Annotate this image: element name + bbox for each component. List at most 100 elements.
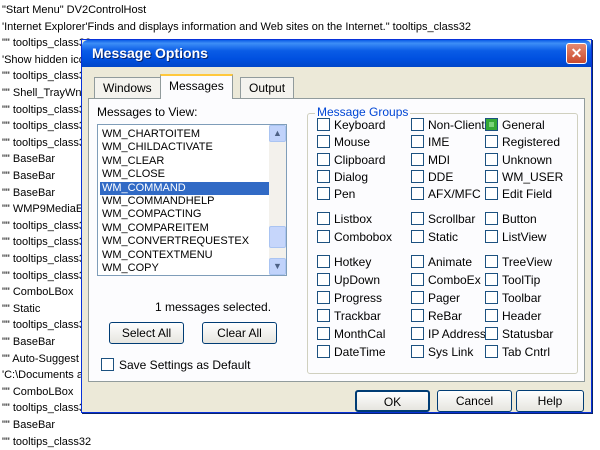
checkbox-box[interactable] [485,135,498,149]
group-checkbox-dde[interactable]: DDE [411,169,453,185]
group-checkbox-dialog[interactable]: Dialog [317,169,368,185]
group-checkbox-mdi[interactable]: MDI [411,152,450,168]
group-checkbox-datetime[interactable]: DateTime [317,344,386,360]
group-checkbox-edit-field[interactable]: Edit Field [485,186,552,202]
group-checkbox-sys-link[interactable]: Sys Link [411,344,473,360]
ok-button[interactable]: OK [355,390,430,412]
group-checkbox-afx-mfc[interactable]: AFX/MFC [411,186,481,202]
checkbox-box[interactable] [411,212,424,226]
checkbox-box[interactable] [101,358,114,372]
checkbox-box[interactable] [485,212,498,226]
checkbox-box[interactable] [485,273,498,287]
scrollbar-thumb[interactable] [269,226,286,248]
checkbox-box[interactable] [485,291,498,305]
cancel-button[interactable]: Cancel [437,390,512,412]
checkbox-box[interactable] [411,153,424,167]
list-item[interactable]: WM_COPY [100,262,271,275]
checkbox-box[interactable] [411,273,424,287]
title-bar[interactable]: Message Options ✕ [82,40,591,67]
scroll-down-icon[interactable]: ▼ [269,258,286,275]
checkbox-box[interactable] [317,212,330,226]
messages-list[interactable]: WM_COPY WM_CONTEXTMENU WM_CONVERTREQUESTEX… [97,124,287,276]
group-checkbox-tab-cntrl[interactable]: Tab Cntrl [485,344,550,360]
checkbox-box[interactable] [411,118,424,132]
tab-output[interactable]: Output [240,77,295,98]
list-item[interactable]: WM_CHILDACTIVATE [100,141,271,154]
checkbox-box[interactable] [485,170,498,184]
group-checkbox-general[interactable]: General [485,117,545,133]
clear-all-button[interactable]: Clear All [202,322,277,344]
checkbox-box[interactable] [317,230,330,244]
group-checkbox-combobox[interactable]: Combobox [317,229,392,245]
group-checkbox-toolbar[interactable]: Toolbar [485,290,541,306]
checkbox-box[interactable] [411,230,424,244]
list-item[interactable]: WM_COMMAND [100,181,271,195]
checkbox-box[interactable] [317,273,330,287]
group-checkbox-statusbar[interactable]: Statusbar [485,326,553,342]
checkbox-box[interactable] [411,255,424,269]
list-item[interactable]: WM_CLOSE [100,168,271,181]
list-item[interactable]: WM_CONTEXTMENU [100,249,271,262]
group-checkbox-hotkey[interactable]: Hotkey [317,254,371,270]
checkbox-box[interactable] [317,255,330,269]
group-checkbox-wm-user[interactable]: WM_USER [485,169,563,185]
group-checkbox-tooltip[interactable]: ToolTip [485,272,540,288]
checkbox-box[interactable] [411,345,424,359]
list-item[interactable]: WM_COMPACTING [100,208,271,221]
checkbox-box[interactable] [317,187,330,201]
group-checkbox-pen[interactable]: Pen [317,186,355,202]
checkbox-box[interactable] [485,230,498,244]
checkbox-box[interactable] [411,135,424,149]
group-checkbox-scrollbar[interactable]: Scrollbar [411,211,475,227]
checkbox-box[interactable] [411,291,424,305]
select-all-button[interactable]: Select All [109,322,184,344]
group-checkbox-trackbar[interactable]: Trackbar [317,308,381,324]
tab-windows[interactable]: Windows [94,77,161,98]
group-checkbox-registered[interactable]: Registered [485,134,560,150]
group-checkbox-ime[interactable]: IME [411,134,449,150]
group-checkbox-monthcal[interactable]: MonthCal [317,326,385,342]
checkbox-box[interactable] [485,345,498,359]
checkbox-box[interactable] [485,187,498,201]
tab-messages[interactable]: Messages [160,74,233,99]
group-checkbox-rebar[interactable]: ReBar [411,308,462,324]
checkbox-box[interactable] [411,309,424,323]
group-checkbox-updown[interactable]: UpDown [317,272,380,288]
list-item[interactable]: WM_CONVERTREQUESTEX [100,235,271,248]
save-default-checkbox[interactable]: Save Settings as Default [101,357,250,372]
checkbox-box[interactable] [317,170,330,184]
group-checkbox-header[interactable]: Header [485,308,541,324]
group-checkbox-treeview[interactable]: TreeView [485,254,552,270]
messages-scrollbar[interactable]: ▲ ▼ [269,125,286,275]
group-checkbox-non-client[interactable]: Non-Client [411,117,485,133]
group-checkbox-listbox[interactable]: Listbox [317,211,372,227]
group-checkbox-ip-address[interactable]: IP Address [411,326,486,342]
group-checkbox-mouse[interactable]: Mouse [317,134,370,150]
list-item[interactable]: WM_COMPAREITEM [100,222,271,235]
scroll-up-icon[interactable]: ▲ [269,125,286,142]
checkbox-box[interactable] [317,345,330,359]
checkbox-box[interactable] [317,327,330,341]
list-item[interactable]: WM_CHARTOITEM [100,128,271,141]
group-checkbox-static[interactable]: Static [411,229,458,245]
help-button[interactable]: Help [516,390,584,412]
checkbox-box[interactable] [317,153,330,167]
checkbox-box[interactable] [317,309,330,323]
checkbox-box[interactable] [411,170,424,184]
checkbox-box[interactable] [317,291,330,305]
checkbox-box[interactable] [485,118,498,132]
checkbox-box[interactable] [317,118,330,132]
group-checkbox-keyboard[interactable]: Keyboard [317,117,385,133]
checkbox-box[interactable] [485,309,498,323]
group-checkbox-progress[interactable]: Progress [317,290,382,306]
group-checkbox-button[interactable]: Button [485,211,537,227]
list-item[interactable]: WM_COMMANDHELP [100,195,271,208]
checkbox-box[interactable] [411,327,424,341]
group-checkbox-clipboard[interactable]: Clipboard [317,152,385,168]
checkbox-box[interactable] [485,153,498,167]
checkbox-box[interactable] [485,255,498,269]
close-icon[interactable]: ✕ [566,43,587,64]
checkbox-box[interactable] [317,135,330,149]
group-checkbox-unknown[interactable]: Unknown [485,152,552,168]
group-checkbox-listview[interactable]: ListView [485,229,546,245]
